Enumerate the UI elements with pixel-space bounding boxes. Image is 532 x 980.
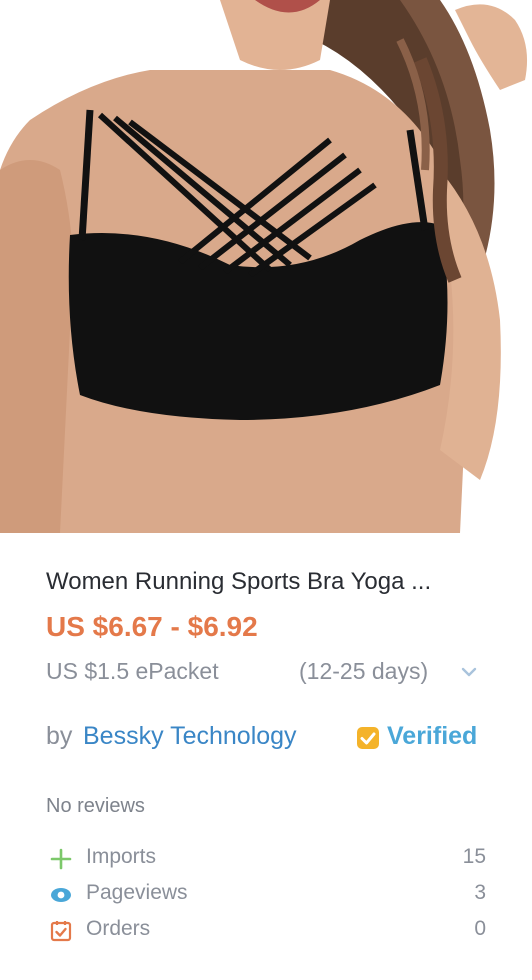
reviews-status: No reviews — [46, 795, 145, 817]
product-card[interactable]: Women Running Sports Bra Yoga ... US $6.… — [0, 0, 532, 980]
verified-check-icon — [357, 726, 379, 749]
verified-badge: Verified — [356, 722, 477, 751]
verified-label: Verified — [387, 722, 478, 750]
stat-label: Imports — [86, 845, 157, 868]
shipping-days: (12-25 days) — [299, 658, 429, 684]
product-image[interactable] — [0, 0, 532, 533]
plus-icon — [50, 848, 72, 870]
product-title[interactable]: Women Running Sports Bra Yoga ... — [46, 568, 496, 596]
checkbox-icon — [50, 921, 72, 942]
stat-orders: Orders 0 — [46, 915, 486, 951]
stat-imports: Imports 15 — [46, 843, 486, 879]
product-price: US $6.67 - $6.92 — [46, 611, 258, 642]
stat-label: Orders — [86, 917, 151, 940]
shipping-cost: US $1.5 ePacket — [46, 658, 219, 684]
by-label: by — [46, 722, 73, 750]
seller-row: by Bessky Technology Verified — [46, 722, 486, 754]
stats-list: Imports 15 Pageviews 3 Orders 0 — [46, 843, 486, 951]
eye-icon — [51, 888, 71, 902]
stat-value: 3 — [474, 881, 486, 904]
stat-value: 15 — [462, 845, 486, 868]
seller-link[interactable]: Bessky Technology — [83, 722, 297, 751]
stat-label: Pageviews — [86, 881, 188, 904]
chevron-down-icon[interactable] — [461, 666, 477, 678]
shipping-selector[interactable]: US $1.5 ePacket (12-25 days) — [46, 658, 486, 688]
stat-value: 0 — [474, 917, 486, 940]
stat-pageviews: Pageviews 3 — [46, 879, 486, 915]
